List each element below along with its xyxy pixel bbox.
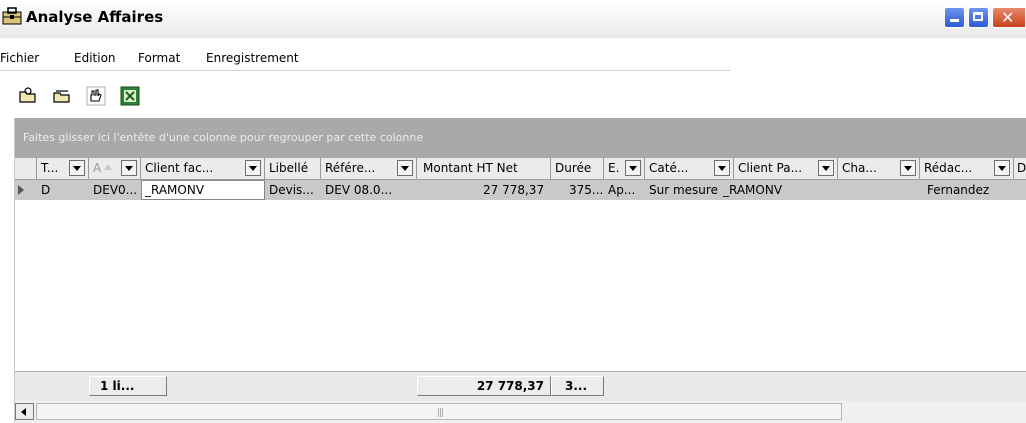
column-header-a[interactable]: A bbox=[89, 158, 141, 179]
column-header-charge[interactable]: Cha... bbox=[838, 158, 920, 179]
summary-duree: 3... bbox=[565, 379, 588, 393]
cell-etat[interactable]: Ap... bbox=[608, 183, 635, 197]
hand-tool-icon[interactable] bbox=[86, 86, 106, 106]
column-header-label: Rédac... bbox=[924, 161, 973, 175]
column-header-etat[interactable]: E. bbox=[604, 158, 645, 179]
window-title: Analyse Affaires bbox=[26, 8, 164, 26]
cell-a[interactable]: DEV0... bbox=[93, 183, 137, 197]
maximize-icon bbox=[973, 12, 983, 21]
column-header-client-payeur[interactable]: Client Pa... bbox=[734, 158, 838, 179]
column-header-categorie[interactable]: Caté... bbox=[645, 158, 734, 179]
summary-row: 1 li... 27 778,37 3... bbox=[15, 371, 1026, 401]
group-by-hint: Faites glisser ici l'entête d'une colonn… bbox=[23, 131, 424, 144]
column-header-label: Durée bbox=[555, 161, 592, 175]
summary-count: 1 li... bbox=[100, 379, 135, 393]
cell-categorie[interactable]: Sur mesure bbox=[649, 183, 718, 197]
filter-dropdown-icon[interactable] bbox=[994, 160, 1010, 176]
column-header-label: Client fac... bbox=[145, 161, 214, 175]
filter-dropdown-icon[interactable] bbox=[818, 160, 834, 176]
filter-dropdown-icon[interactable] bbox=[397, 160, 413, 176]
column-header-libelle[interactable]: Libellé bbox=[265, 158, 321, 179]
column-header-montant-ht-net[interactable]: Montant HT Net bbox=[417, 158, 551, 179]
sort-ascending-icon bbox=[104, 164, 112, 170]
cell-type[interactable]: D bbox=[41, 183, 50, 197]
column-header-label: T... bbox=[41, 161, 59, 175]
scroll-thumb[interactable]: ||| bbox=[36, 403, 842, 420]
cell-libelle[interactable]: Devis... bbox=[269, 183, 314, 197]
summary-montant-cell: 27 778,37 bbox=[417, 376, 551, 396]
column-header-label: E. bbox=[608, 161, 620, 175]
menu-format[interactable]: Format bbox=[138, 51, 180, 65]
grip-icon: ||| bbox=[437, 408, 444, 418]
minimize-button[interactable] bbox=[944, 7, 965, 28]
column-header-row: T... A Client fac... Libellé Référe... M… bbox=[15, 158, 1026, 180]
excel-export-icon[interactable] bbox=[120, 86, 140, 106]
filter-dropdown-icon[interactable] bbox=[714, 160, 730, 176]
folder-open-icon[interactable] bbox=[18, 86, 38, 106]
cell-montant[interactable]: 27 778,37 bbox=[483, 183, 544, 197]
maximize-button[interactable] bbox=[968, 7, 989, 28]
menu-enregistrement[interactable]: Enregistrement bbox=[206, 51, 299, 65]
column-header-label: Référe... bbox=[325, 161, 376, 175]
group-by-panel[interactable]: Faites glisser ici l'entête d'une colonn… bbox=[15, 118, 1026, 158]
summary-duree-cell: 3... bbox=[551, 376, 604, 396]
filter-dropdown-icon[interactable] bbox=[625, 160, 641, 176]
column-header-label: Client Pa... bbox=[738, 161, 803, 175]
summary-montant: 27 778,37 bbox=[476, 379, 544, 393]
column-header-label: D bbox=[1017, 161, 1026, 175]
minimize-icon bbox=[950, 19, 959, 22]
cell-duree[interactable]: 375... bbox=[569, 183, 603, 197]
column-header-client-facture[interactable]: Client fac... bbox=[141, 158, 265, 179]
menu-bar: Fichier Edition Format Enregistrement bbox=[0, 46, 730, 71]
cell-client-facture-editor[interactable]: _RAMONV bbox=[141, 180, 265, 200]
filter-dropdown-icon[interactable] bbox=[69, 160, 85, 176]
row-selector-header bbox=[15, 158, 37, 179]
column-header-type[interactable]: T... bbox=[37, 158, 89, 179]
horizontal-scrollbar[interactable]: ||| bbox=[15, 401, 1026, 423]
folder-icon[interactable] bbox=[52, 86, 72, 106]
scroll-left-button[interactable] bbox=[15, 403, 34, 420]
column-header-label: Montant HT Net bbox=[423, 161, 518, 175]
column-header-label: Cha... bbox=[842, 161, 877, 175]
table-row[interactable]: D DEV0... _RAMONV Devis... DEV 08.0... 2… bbox=[15, 180, 1026, 200]
close-button[interactable]: ✕ bbox=[992, 7, 1026, 28]
close-icon: ✕ bbox=[1001, 8, 1015, 27]
column-header-d[interactable]: D bbox=[1014, 158, 1026, 179]
cell-reference[interactable]: DEV 08.0... bbox=[325, 183, 392, 197]
briefcase-icon bbox=[2, 7, 22, 25]
column-header-label: Libellé bbox=[269, 161, 309, 175]
column-header-redacteur[interactable]: Rédac... bbox=[920, 158, 1014, 179]
summary-count-cell: 1 li... bbox=[89, 376, 167, 396]
data-grid: Faites glisser ici l'entête d'une colonn… bbox=[14, 118, 1026, 423]
toolbar bbox=[0, 80, 200, 108]
column-header-label: Caté... bbox=[649, 161, 689, 175]
column-header-duree[interactable]: Durée bbox=[551, 158, 604, 179]
cell-client-payeur[interactable]: _RAMONV bbox=[723, 183, 782, 197]
column-header-label: A bbox=[93, 161, 102, 175]
menu-fichier[interactable]: Fichier bbox=[0, 51, 39, 65]
filter-dropdown-icon[interactable] bbox=[245, 160, 261, 176]
title-bar: Analyse Affaires ✕ bbox=[0, 0, 1026, 38]
filter-dropdown-icon[interactable] bbox=[900, 160, 916, 176]
column-header-reference[interactable]: Référe... bbox=[321, 158, 417, 179]
cell-redacteur[interactable]: Fernandez bbox=[927, 183, 989, 197]
menu-edition[interactable]: Edition bbox=[74, 51, 116, 65]
filter-dropdown-icon[interactable] bbox=[121, 160, 137, 176]
current-row-arrow-icon bbox=[18, 185, 24, 195]
